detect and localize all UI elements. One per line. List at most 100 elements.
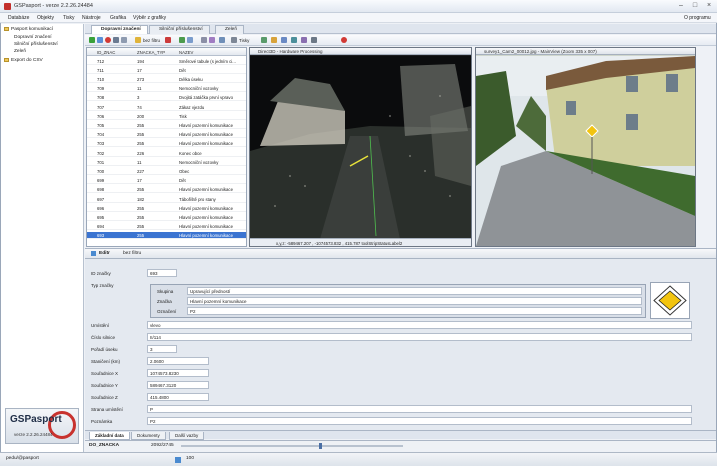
filter-label[interactable]: bez filtru [143,38,160,43]
stop-icon[interactable] [341,37,347,43]
table-row[interactable]: 712 194 Směrové tabule (s jedním ci... [87,57,246,65]
position-slider[interactable] [181,445,403,447]
menu-vyber-z-grafiky[interactable]: Výběr z grafiky [133,15,166,21]
table-row[interactable]: 702 226 Konec obce [87,149,246,157]
souradnice-z-field[interactable]: 415.4800 [147,393,209,401]
position-slider-thumb[interactable] [319,443,322,449]
tab-dokumenty[interactable]: Dokumenty [131,432,166,440]
table-row[interactable]: 700 227 Obec [87,167,246,175]
measure-icon[interactable] [209,37,215,43]
filter-icon[interactable] [135,37,141,43]
table-row[interactable]: 711 17 Dět [87,66,246,74]
poradi-useku-field[interactable]: 3 [147,345,177,353]
photo-viewer[interactable]: survey1_Cam2_00012.jpg - MainView (Zoom … [475,47,696,247]
table-row[interactable]: 704 255 Hlavní pozemní komunikace [87,131,246,139]
tisky-menu[interactable]: Tisky [239,38,249,43]
field-label: Souřadnice Z [91,395,118,400]
scan-icon[interactable] [291,37,297,43]
edit-icon[interactable] [97,37,103,43]
app-icon [4,3,11,10]
tree-item-pasport[interactable]: Pasport komunikací [4,27,53,32]
table-row[interactable]: 710 273 Délka úseku [87,75,246,83]
tab-zelen[interactable]: Zeleň [215,25,244,34]
table-cell: 693 [97,233,105,239]
photo-view[interactable] [476,56,695,246]
skupina-select[interactable]: Upravující předností [187,287,642,295]
tree-item-export-csv[interactable]: Export do CSV [4,58,43,63]
save-icon[interactable] [113,37,119,43]
cislo-silnice-select[interactable]: II/114 [147,333,692,341]
maximize-icon[interactable]: □ [690,2,700,10]
layers-icon[interactable] [219,37,225,43]
table-row[interactable]: 706 200 Tisk [87,112,246,120]
map-icon[interactable] [179,37,185,43]
settings-icon[interactable] [311,37,317,43]
add-icon[interactable] [89,37,95,43]
tab-dalsi-vazby[interactable]: Další vazby [169,432,205,440]
poznamka-field[interactable]: P2 [147,417,692,425]
znacka-select[interactable]: Hlavní pozemní komunikace [187,297,642,305]
menu-objekty[interactable]: Objekty [37,15,54,21]
table-row[interactable]: 708 3 Dvojitá zatáčka první vpravo [87,94,246,102]
table-row[interactable]: 693 255 Hlavní pozemní komunikace [87,231,246,240]
menu-tisky[interactable]: Tisky [63,15,74,21]
cloud-icon[interactable] [301,37,307,43]
camera-icon[interactable] [281,37,287,43]
clear-filter-icon[interactable] [165,37,171,43]
souradnice-x-field[interactable]: 1074573.8230 [147,369,209,377]
zoom-level: 100 [186,456,195,461]
table-cell: Dět [179,178,186,184]
photo-icon[interactable] [261,37,267,43]
tab-zakladni-data[interactable]: Základní data [89,432,130,440]
delete-icon[interactable] [105,37,111,43]
strana-umisteni-select[interactable]: P [147,405,692,413]
menu-databaze[interactable]: Databáze [8,15,29,21]
select-icon[interactable] [201,37,207,43]
pointcloud-viewer[interactable]: Direct3D - Hardware Processing x,y,z: -5… [249,47,472,247]
tab-edit[interactable]: Editr [99,251,110,256]
table-row[interactable]: 699 17 Dět [87,177,246,185]
group-label: Značka [157,299,172,304]
id-znacky-field[interactable]: 693 [147,269,177,277]
staniceni-field[interactable]: 2.0600 [147,357,209,365]
group-label: Skupina [157,289,174,294]
oznaceni-field[interactable]: P2 [187,307,642,315]
table-row[interactable]: 703 255 Hlavní pozemní komunikace [87,140,246,148]
table-row[interactable]: 695 255 Hlavní pozemní komunikace [87,213,246,221]
column-header[interactable]: NAZEV [179,50,193,55]
tab-filter[interactable]: bez filtru [123,251,141,256]
column-header[interactable]: ZNACKA_TYP [137,50,165,55]
minimize-icon[interactable]: – [676,2,686,10]
table-row[interactable]: 698 255 Hlavní pozemní komunikace [87,186,246,194]
column-header[interactable]: ID_ZNAC [97,50,115,55]
table-row[interactable]: 694 255 Hlavní pozemní komunikace [87,223,246,231]
menu-nastroje[interactable]: Nástroje [82,15,101,21]
table-row[interactable]: 696 255 Hlavní pozemní komunikace [87,204,246,212]
tab-silnicni-prislusenstvi[interactable]: Silniční příslušenství [149,25,210,34]
table-row[interactable]: 705 255 Hlavní pozemní komunikace [87,121,246,129]
table-cell: Hlavní pozemní komunikace [179,233,233,239]
main-toolbar: bez filtru Tisky [85,35,716,46]
zoom-icon[interactable] [187,37,193,43]
table-cell: Nemocniční vozovky [179,86,219,92]
table-row[interactable]: 707 74 Zákaz vjezdu [87,103,246,111]
document-tabs: Dopravní značení Silniční příslušenství … [85,24,716,34]
umisteni-select[interactable]: vlevo [147,321,692,329]
gps-icon[interactable] [271,37,277,43]
souradnice-y-field[interactable]: 589467.3120 [147,381,209,389]
about-link[interactable]: O programu [684,15,711,21]
menu-grafika[interactable]: Grafika [110,15,126,21]
table-row[interactable]: 701 11 Nemocniční vozovky [87,158,246,166]
table-row[interactable]: 709 11 Nemocniční vozovky [87,85,246,93]
tree-item-silnicni-prislusenstvi[interactable]: Silniční příslušenství [14,42,58,47]
table-cell: 11 [137,86,142,92]
table-row[interactable]: 697 182 Tábořiště pro stany [87,195,246,203]
close-icon[interactable]: × [704,2,714,10]
refresh-icon[interactable] [121,37,127,43]
tree-item-zelen[interactable]: Zeleň [14,49,26,54]
tab-dopravni-znaceni[interactable]: Dopravní značení [91,25,148,34]
tree-item-dopravni-znaceni[interactable]: Dopravní značení [14,35,52,40]
print-icon[interactable] [231,37,237,43]
table-cell: Tábořiště pro stany [179,196,216,202]
pointcloud-view[interactable] [250,56,471,239]
